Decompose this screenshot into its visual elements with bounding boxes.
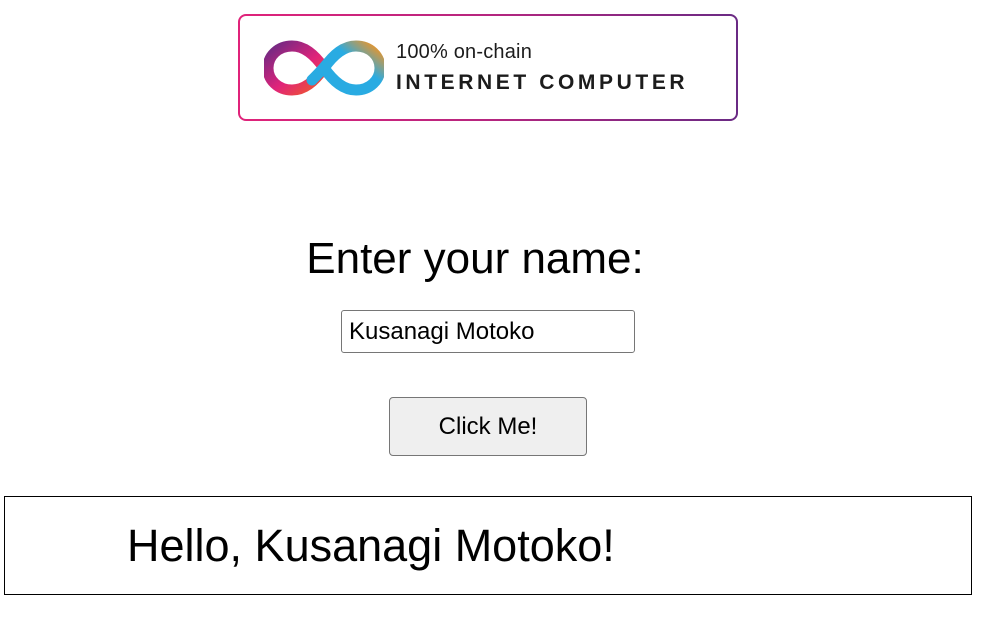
internet-computer-banner: 100% on-chain INTERNET COMPUTER	[238, 14, 738, 121]
name-input[interactable]	[341, 310, 635, 353]
logo-text: 100% on-chain INTERNET COMPUTER	[396, 40, 688, 98]
page: 100% on-chain INTERNET COMPUTER Enter yo…	[0, 0, 986, 618]
name-prompt: Enter your name:	[306, 234, 644, 283]
greeting-box: Hello, Kusanagi Motoko!	[4, 496, 972, 595]
greeting-text: Hello, Kusanagi Motoko!	[127, 520, 615, 571]
click-me-button[interactable]: Click Me!	[389, 397, 587, 456]
logo-tagline: 100% on-chain	[396, 41, 533, 63]
logo-name: INTERNET COMPUTER	[396, 71, 689, 94]
infinity-logo-icon	[264, 40, 384, 96]
